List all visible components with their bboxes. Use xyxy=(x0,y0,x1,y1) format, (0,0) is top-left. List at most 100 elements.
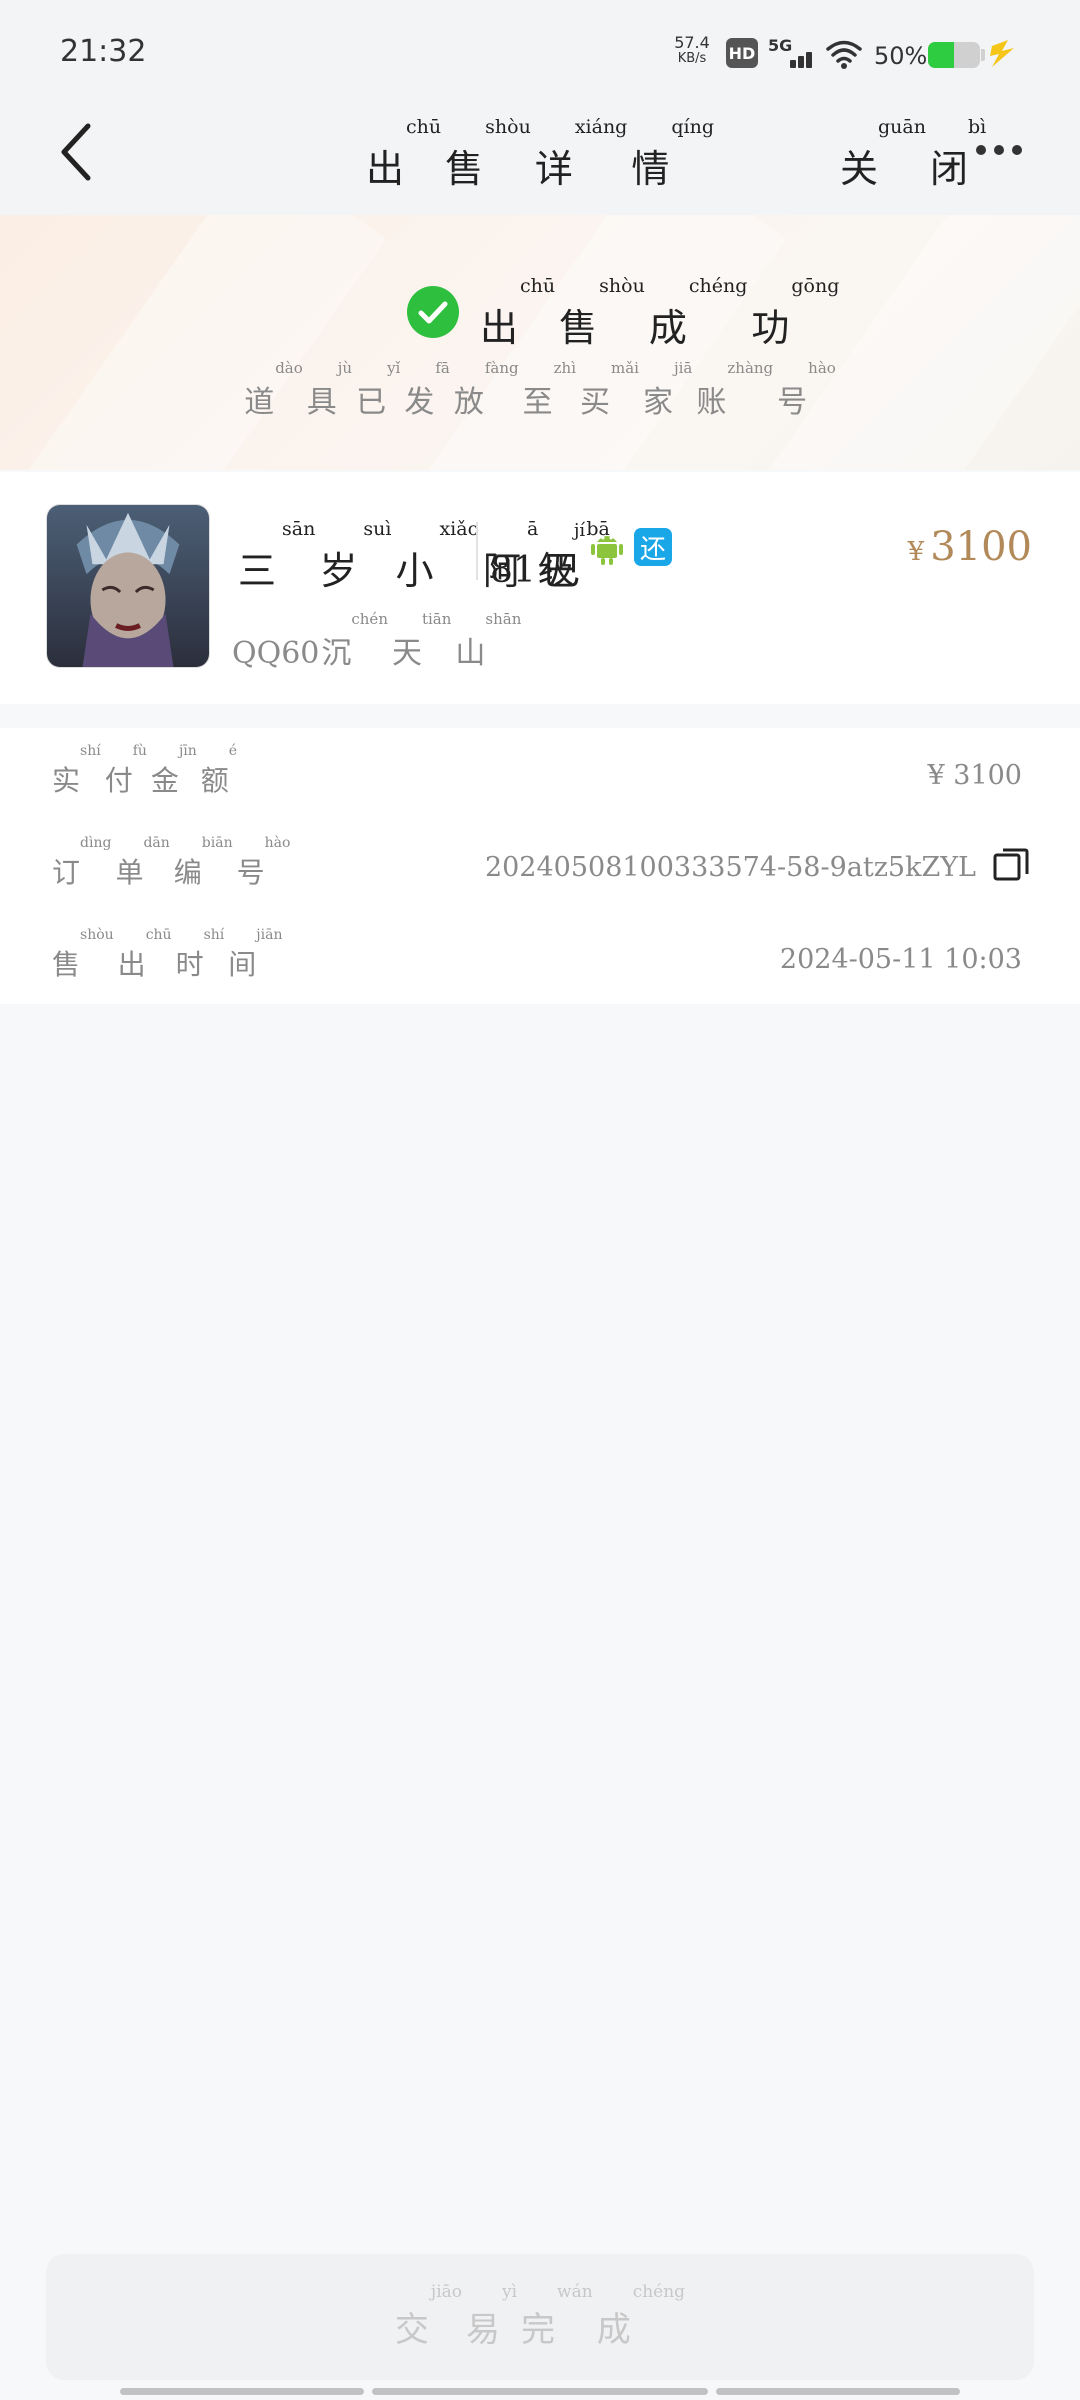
hanzi-with-pinyin: 金jīn xyxy=(150,743,197,797)
pinyin: fù xyxy=(132,743,147,759)
server-prefix: QQ60 xyxy=(232,636,320,671)
hanzi-with-pinyin: 已yǐ xyxy=(356,359,401,420)
order-details: 实shí付fù金jīn额é ¥ 3100 订dìng单dān编biān号hào … xyxy=(0,728,1080,1004)
hanzi-with-pinyin: 时shí xyxy=(175,927,225,981)
network-speed: 57.4 KB/s xyxy=(672,34,712,66)
hanzi-with-pinyin: 额é xyxy=(200,743,238,797)
pinyin: biān xyxy=(201,835,233,851)
hanzi-with-pinyin: 付fù xyxy=(104,743,147,797)
chevron-left-icon[interactable] xyxy=(56,120,100,184)
battery-icon xyxy=(928,42,980,68)
hanzi-with-pinyin: 出chū xyxy=(480,275,556,350)
pinyin: shòu xyxy=(80,927,114,943)
pinyin: shí xyxy=(80,743,101,759)
pinyin: chū xyxy=(520,275,556,297)
account-level-number: 81 xyxy=(490,550,536,591)
return-badge: 还 xyxy=(634,528,672,566)
pinyin: tiān xyxy=(421,610,452,628)
server-name: 沉chén天tiān山shān xyxy=(319,610,523,671)
pinyin: yǐ xyxy=(387,359,401,377)
wifi-icon xyxy=(826,40,862,69)
pinyin: gōng xyxy=(791,275,840,297)
hanzi-with-pinyin: 小xiǎo xyxy=(395,518,480,593)
hanzi-with-pinyin: 详xiáng xyxy=(534,116,628,191)
pinyin: chén xyxy=(351,610,388,628)
pinyin: zhì xyxy=(553,359,576,377)
home-indicator xyxy=(716,2388,960,2395)
copy-icon[interactable] xyxy=(992,846,1030,884)
hanzi-with-pinyin: 道dào xyxy=(244,359,303,420)
hanzi-with-pinyin: 出chū xyxy=(117,927,172,981)
pinyin: chū xyxy=(406,116,442,138)
pinyin: chū xyxy=(145,927,172,943)
pinyin: wán xyxy=(557,2281,593,2302)
detail-value: 2024-05-11 10:03 xyxy=(779,944,1022,975)
navigation-bar: 出chū售shòu详xiáng情qíng 关guān闭bì xyxy=(0,100,1080,215)
hanzi-with-pinyin: 关guān xyxy=(840,116,926,191)
network-speed-unit: KB/s xyxy=(677,50,707,66)
status-bar: 21:32 57.4 KB/s HD 5G 50% xyxy=(0,0,1080,100)
pinyin: hào xyxy=(264,835,291,851)
pinyin: shòu xyxy=(599,275,645,297)
pinyin: xiáng xyxy=(574,116,628,138)
hanzi-with-pinyin: 沉chén xyxy=(321,610,388,671)
pinyin: xiǎo xyxy=(439,518,480,540)
hanzi-with-pinyin: 交jiāo xyxy=(394,2281,462,2350)
detail-row-amount: 实shí付fù金jīn额é ¥ 3100 xyxy=(0,728,1080,818)
pinyin: zhàng xyxy=(727,359,774,377)
hanzi-with-pinyin: 售shòu xyxy=(52,927,114,981)
hanzi-with-pinyin: 完wán xyxy=(521,2281,593,2350)
hanzi-with-pinyin: 放fàng xyxy=(453,359,519,420)
hanzi-with-pinyin: 号hào xyxy=(777,359,836,420)
pinyin: dān xyxy=(143,835,170,851)
network-type-label: 5G xyxy=(768,36,793,55)
network-speed-value: 57.4 xyxy=(674,33,710,52)
pinyin: jí xyxy=(573,520,586,541)
pinyin: dìng xyxy=(80,835,112,851)
home-indicator xyxy=(120,2388,364,2395)
pinyin: jù xyxy=(337,359,353,377)
pinyin: qíng xyxy=(671,116,715,138)
close-button[interactable]: 关guān闭bì xyxy=(838,116,988,193)
detail-label: 售shòu出chū时shí间jiān xyxy=(50,927,284,983)
hanzi-with-pinyin: 至zhì xyxy=(522,359,576,420)
more-dots-icon[interactable] xyxy=(976,140,1030,160)
detail-value: 20240508100333574-58-9atz5kZYL xyxy=(484,852,976,883)
transaction-complete-button[interactable]: 交jiāo 易yì 完wán 成chéng xyxy=(46,2254,1034,2380)
hd-icon: HD xyxy=(726,38,758,68)
hanzi-with-pinyin: 三sān xyxy=(238,518,316,593)
hanzi-with-pinyin: 间jiān xyxy=(228,927,283,981)
success-banner: 出chū售shòu成chéng功gōng 道dào具jù已yǐ发fā放fàng至… xyxy=(0,215,1080,470)
hanzi-with-pinyin: 实shí xyxy=(52,743,101,797)
hanzi-with-pinyin: 天tiān xyxy=(391,610,452,671)
pinyin: bì xyxy=(968,116,987,138)
pinyin: mǎi xyxy=(611,359,639,377)
hanzi-with-pinyin: 售shòu xyxy=(559,275,645,350)
hanzi-with-pinyin: 售shòu xyxy=(445,116,531,191)
detail-row-sale-time: 售shòu出chū时shí间jiān 2024-05-11 10:03 xyxy=(0,912,1080,1002)
detail-label: 订dìng单dān编biān号hào xyxy=(50,835,292,891)
account-server: QQ60沉chén天tiān山shān xyxy=(232,610,523,672)
pinyin: jiān xyxy=(256,927,283,943)
pinyin: shòu xyxy=(485,116,531,138)
pinyin: fā xyxy=(435,359,450,377)
hanzi-with-pinyin: 具jù xyxy=(306,359,353,420)
android-icon xyxy=(591,536,623,565)
account-level-unit: 级jí xyxy=(536,520,587,591)
hanzi-with-pinyin: 家jiā xyxy=(642,359,693,420)
account-card[interactable]: 三sān岁suì小xiǎo阿ā巴bā 81级jí 还 ¥3100 QQ60沉ch… xyxy=(0,472,1080,704)
price-value: 3100 xyxy=(930,524,1032,570)
hanzi-with-pinyin: 情qíng xyxy=(631,116,715,191)
account-price: ¥3100 xyxy=(908,524,1032,570)
pinyin: suì xyxy=(363,518,392,540)
hanzi-with-pinyin: 易yì xyxy=(466,2281,518,2350)
pinyin: hào xyxy=(808,359,836,377)
hanzi-with-pinyin: 订dìng xyxy=(52,835,112,889)
pinyin: jiā xyxy=(673,359,693,377)
cellular-signal-icon: 5G xyxy=(768,36,816,70)
hanzi-with-pinyin: 出chū xyxy=(365,116,442,191)
divider xyxy=(476,522,478,580)
pinyin: shān xyxy=(485,610,522,628)
check-circle-icon xyxy=(407,286,459,338)
pinyin: dào xyxy=(275,359,303,377)
